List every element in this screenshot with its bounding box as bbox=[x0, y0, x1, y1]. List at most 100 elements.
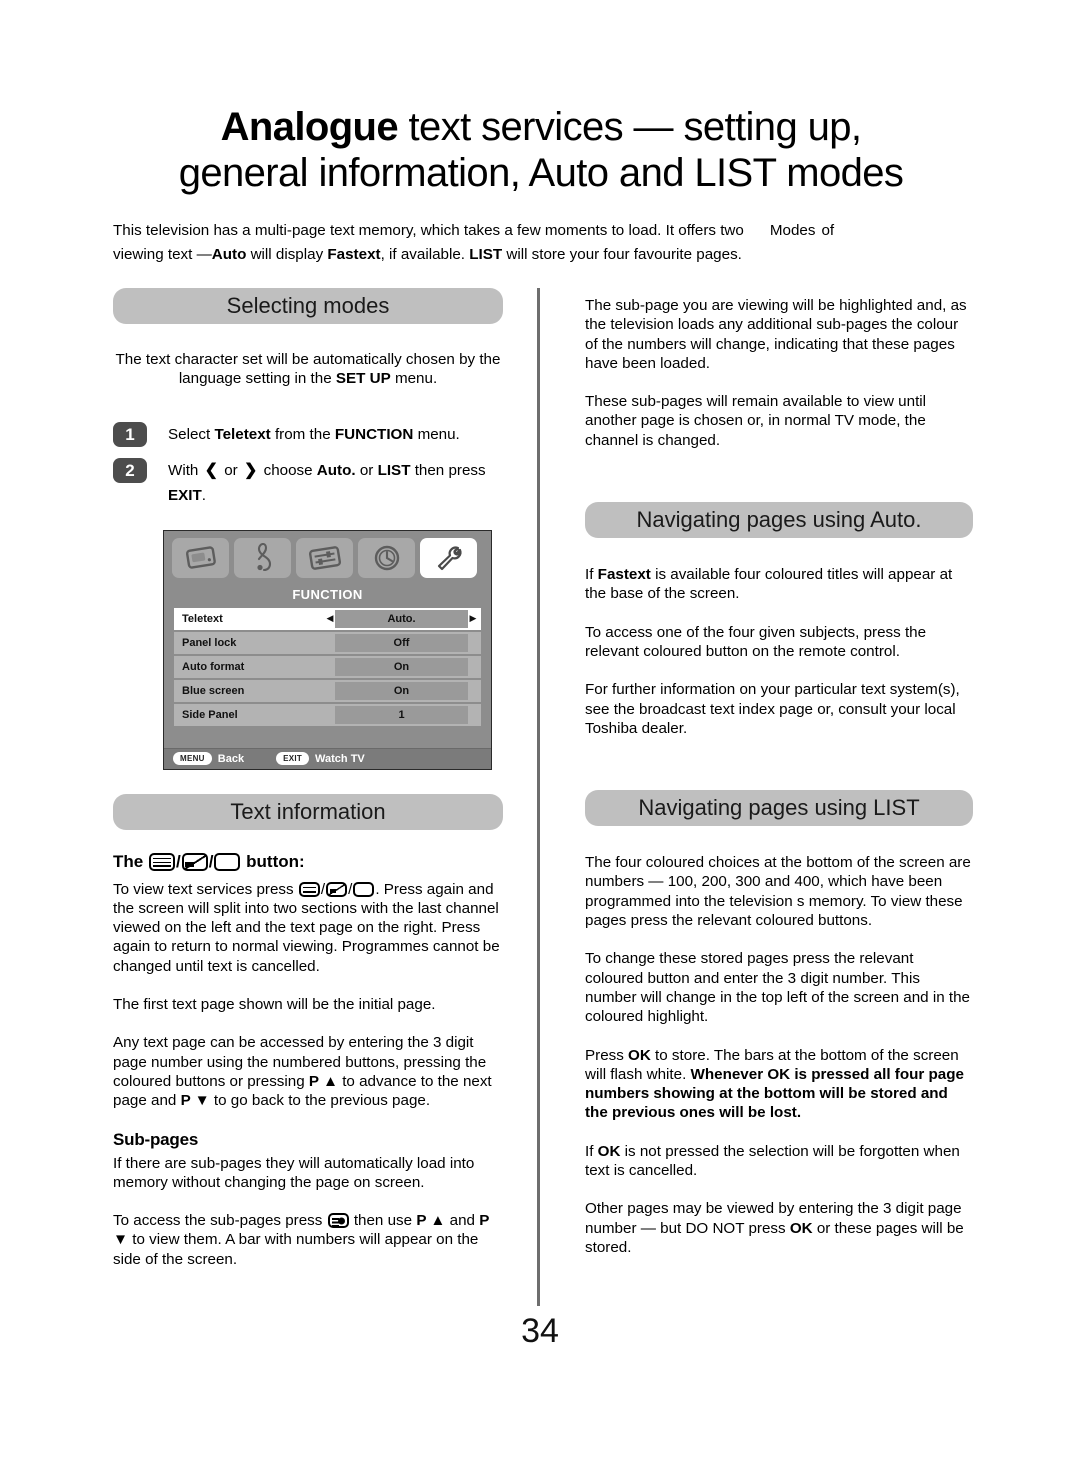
ok-key: OK bbox=[789, 1219, 813, 1237]
osd-row-label: Panel lock bbox=[182, 636, 237, 649]
exit-watch-tv-label: Watch TV bbox=[315, 752, 365, 765]
teletext-blank-icon bbox=[214, 852, 241, 871]
left-column: Selecting modes The text character set w… bbox=[113, 288, 503, 1269]
teletext-lines-icon bbox=[298, 881, 320, 897]
step2-exit: EXIT bbox=[168, 486, 202, 504]
osd-row-teletext[interactable]: Teletext ◀ Auto. ▶ bbox=[174, 607, 481, 630]
intro-d: viewing text — bbox=[113, 246, 212, 263]
p-down-key: P ▼ bbox=[180, 1092, 210, 1110]
sliders-settings-icon[interactable] bbox=[296, 537, 353, 578]
clock-timer-icon[interactable] bbox=[358, 537, 415, 578]
osd-row-side-panel[interactable]: Side Panel ◀ 1 ▶ bbox=[174, 703, 481, 726]
column-divider bbox=[537, 288, 540, 1306]
r-p8-a: Press bbox=[585, 1046, 629, 1064]
intro-fastext: Fastext bbox=[327, 246, 381, 263]
step2-mid3: then press bbox=[410, 461, 486, 479]
further-information-paragraph: For further information on your particul… bbox=[585, 681, 960, 737]
r-p9-b: is not pressed the selection will be for… bbox=[585, 1142, 960, 1180]
step2-mid: choose bbox=[259, 461, 317, 479]
page-access-paragraph: Any text page can be accessed by enterin… bbox=[113, 1033, 503, 1110]
osd-row-label: Blue screen bbox=[182, 684, 245, 697]
charset-note-c: menu. bbox=[390, 370, 438, 388]
step-text-2: With ❮ or ❯ choose Auto. or LIST then pr… bbox=[168, 458, 503, 508]
p5-b: then use bbox=[349, 1212, 417, 1230]
initial-page-paragraph: The first text page shown will be the in… bbox=[113, 996, 436, 1014]
section-banner-selecting-modes: Selecting modes bbox=[113, 288, 503, 324]
wrench-function-icon[interactable] bbox=[420, 537, 477, 578]
menu-back-label: Back bbox=[217, 752, 245, 765]
page-title: Analogue text services — setting up, gen… bbox=[110, 104, 972, 196]
intro-a: This television has a multi-page text me… bbox=[113, 222, 744, 239]
osd-footer: MENU Back EXIT Watch TV bbox=[164, 747, 491, 769]
page-title-rest: text services — setting up, bbox=[398, 105, 863, 149]
intro-f: will display bbox=[246, 246, 328, 263]
text-services-paragraph: To view text services press / /. Press ag… bbox=[113, 880, 500, 975]
button-head-pre: The bbox=[113, 851, 148, 871]
p5-d: to view them. A bar with numbers will ap… bbox=[113, 1231, 479, 1268]
page-number: 34 bbox=[521, 1312, 559, 1350]
intro-list: LIST bbox=[469, 246, 503, 263]
sub-page-highlight-paragraph: The sub-page you are viewing will be hig… bbox=[585, 297, 967, 372]
step-text-1: Select Teletext from the FUNCTION menu. bbox=[168, 422, 460, 447]
p5-c: and bbox=[445, 1212, 480, 1230]
ok-key: OK bbox=[597, 1142, 621, 1160]
step1-function: FUNCTION bbox=[334, 425, 414, 443]
osd-row-value: Auto. bbox=[335, 609, 468, 628]
osd-icon-bar bbox=[164, 530, 491, 584]
step2-list: LIST bbox=[377, 461, 411, 479]
osd-rows: Teletext ◀ Auto. ▶ Panel lock ◀ Off ▶ Au… bbox=[164, 607, 491, 748]
section-banner-navigating-auto: Navigating pages using Auto. bbox=[585, 502, 973, 539]
arrow-left-icon: ❮ bbox=[204, 461, 219, 479]
menu-key-badge[interactable]: MENU bbox=[173, 752, 212, 766]
ok-key: OK bbox=[628, 1046, 651, 1064]
charset-note-a: The text character set will be automatic… bbox=[115, 351, 501, 368]
intro-h: , if available. bbox=[380, 246, 470, 263]
r-p9-a: If bbox=[585, 1142, 598, 1160]
intro-j: will store your four favourite pages. bbox=[502, 246, 742, 263]
p-up-key: P ▲ bbox=[416, 1212, 446, 1230]
teletext-split-screen-icon bbox=[326, 881, 348, 897]
steps-list: 1 Select Teletext from the FUNCTION menu… bbox=[113, 421, 503, 508]
step1-post: menu. bbox=[413, 425, 460, 443]
intro-modes: Modes bbox=[769, 222, 816, 239]
osd-row-panel-lock[interactable]: Panel lock ◀ Off ▶ bbox=[174, 631, 481, 654]
osd-row-auto-format[interactable]: Auto format ◀ On ▶ bbox=[174, 655, 481, 678]
osd-row-label: Auto format bbox=[182, 660, 245, 673]
fastext-label: Fastext bbox=[597, 566, 651, 584]
p1-a: To view text services press bbox=[113, 880, 298, 898]
teletext-button-heading: The / / button: bbox=[113, 851, 305, 871]
charset-note: The text character set will be automatic… bbox=[113, 350, 503, 389]
sub-pages-paragraph: If there are sub-pages they will automat… bbox=[113, 1154, 475, 1191]
sub-pages-availability-paragraph: These sub-pages will remain available to… bbox=[585, 393, 927, 449]
teletext-blank-icon bbox=[353, 881, 375, 897]
fastext-paragraph: If Fastext is available four coloured ti… bbox=[585, 565, 973, 604]
step2-auto: Auto. bbox=[316, 461, 356, 479]
intro-paragraph: This television has a multi-page text me… bbox=[113, 219, 973, 267]
step2-post: . bbox=[201, 486, 206, 504]
ok-not-pressed-paragraph: If OK is not pressed the selection will … bbox=[585, 1142, 973, 1181]
step2-mid2: or bbox=[355, 461, 378, 479]
osd-row-label: Teletext bbox=[182, 612, 223, 625]
osd-row-value: On bbox=[335, 681, 468, 700]
step2-or: or bbox=[220, 461, 242, 479]
osd-arrow-right-icon[interactable]: ▶ bbox=[468, 613, 478, 624]
step-item-1: 1 Select Teletext from the FUNCTION menu… bbox=[113, 421, 503, 447]
r-p3-a: If bbox=[585, 566, 598, 584]
section-banner-navigating-list: Navigating pages using LIST bbox=[585, 790, 973, 827]
picture-screen-icon[interactable] bbox=[172, 537, 229, 578]
arrow-right-icon: ❯ bbox=[243, 461, 258, 479]
osd-row-value: 1 bbox=[335, 705, 468, 724]
osd-arrow-left-icon[interactable]: ◀ bbox=[325, 613, 335, 624]
osd-row-value: On bbox=[335, 657, 468, 676]
p-up-key: P ▲ bbox=[308, 1072, 338, 1090]
other-pages-paragraph: Other pages may be viewed by entering th… bbox=[585, 1199, 973, 1257]
treble-clef-audio-icon[interactable] bbox=[234, 537, 291, 578]
step-badge-1: 1 bbox=[113, 421, 147, 447]
exit-key-badge[interactable]: EXIT bbox=[276, 752, 310, 766]
page-title-strong: Analogue bbox=[220, 105, 399, 149]
osd-row-blue-screen[interactable]: Blue screen ◀ On ▶ bbox=[174, 679, 481, 702]
p5-a: To access the sub-pages press bbox=[113, 1212, 327, 1230]
osd-function-menu-screenshot: FUNCTION Teletext ◀ Auto. ▶ Panel lock ◀… bbox=[163, 529, 492, 770]
step1-pre: Select bbox=[168, 425, 215, 443]
step1-mid: from the bbox=[270, 425, 335, 443]
